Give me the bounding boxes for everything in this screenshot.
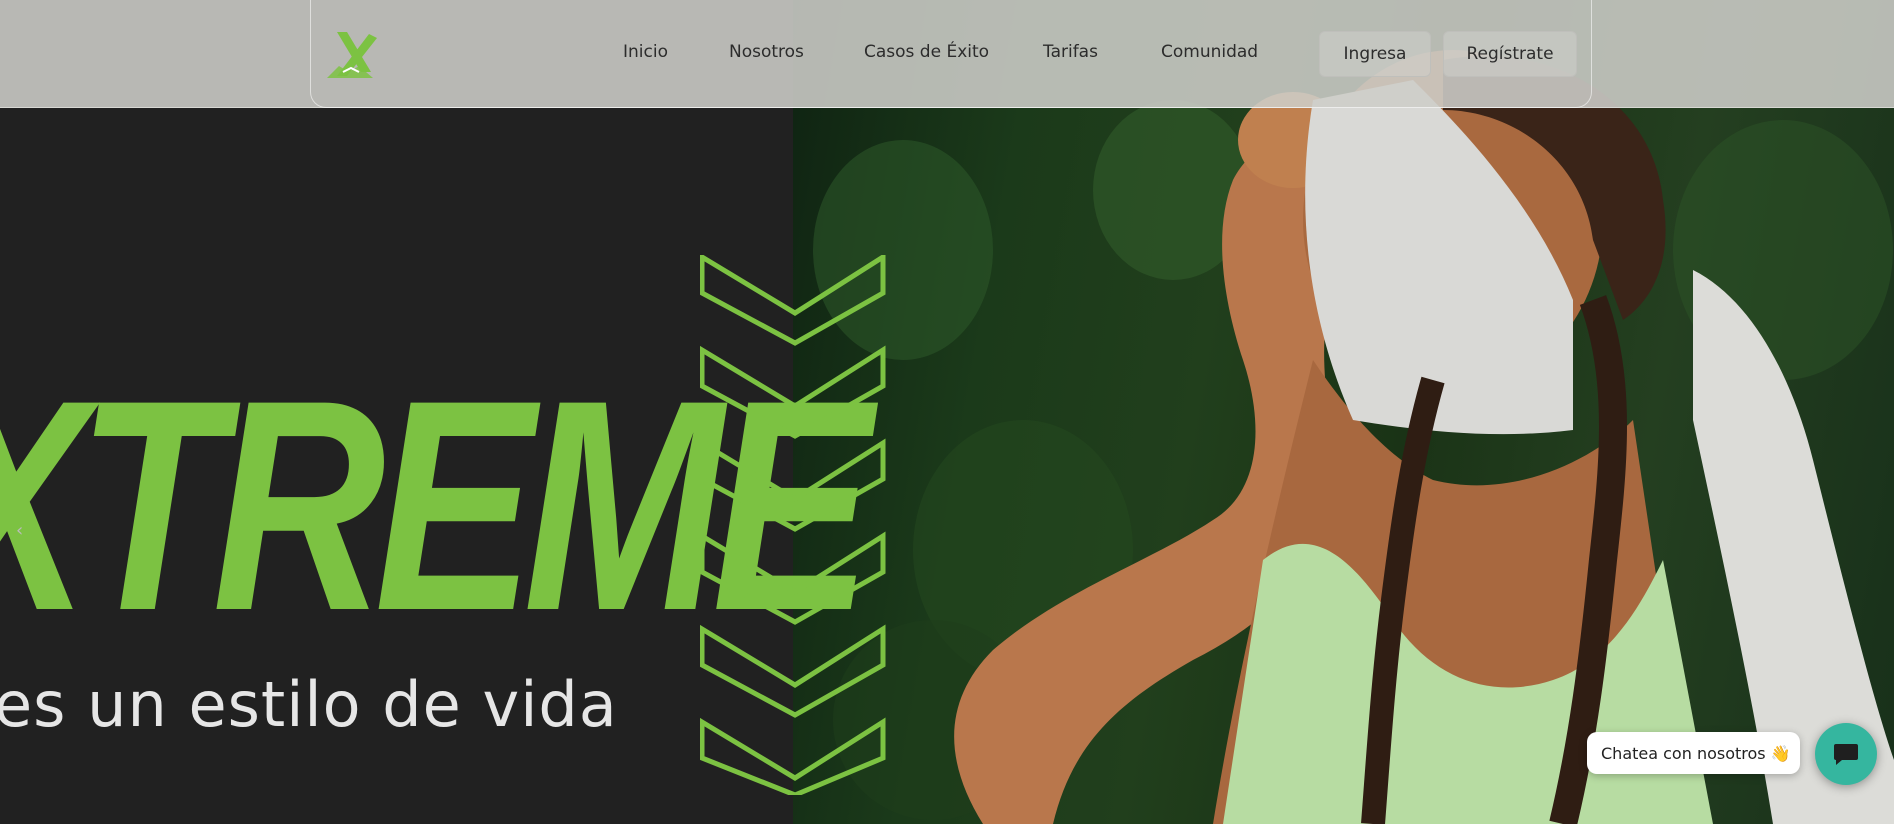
nav-link-tarifas[interactable]: Tarifas	[1043, 42, 1098, 62]
chevron-5	[700, 624, 886, 718]
login-button[interactable]: Ingresa	[1319, 31, 1431, 77]
x-logo-icon[interactable]	[325, 30, 379, 80]
chevron-1	[700, 255, 886, 346]
register-button[interactable]: Regístrate	[1443, 31, 1577, 77]
hero-tagline: es un estilo de vida	[0, 668, 618, 741]
chevron-4	[700, 531, 886, 625]
chat-button[interactable]	[1815, 723, 1877, 785]
chevron-6	[700, 717, 886, 795]
hero-section: XTREME es un estilo de vida ‹	[0, 0, 1894, 824]
chevron-3	[700, 438, 886, 532]
site-header: Inicio Nosotros Casos de Éxito Tarifas C…	[0, 0, 1894, 108]
chevron-down-icon	[700, 255, 886, 795]
nav-link-nosotros[interactable]: Nosotros	[729, 42, 804, 62]
hero-photo	[793, 0, 1894, 824]
chevron-2	[700, 345, 886, 439]
chat-icon	[1834, 744, 1858, 765]
nav-link-casos-de-exito[interactable]: Casos de Éxito	[864, 42, 989, 62]
nav-link-comunidad[interactable]: Comunidad	[1161, 42, 1258, 62]
slider-prev-arrow[interactable]: ‹	[16, 520, 23, 541]
chat-bubble[interactable]: Chatea con nosotros 👋	[1587, 732, 1800, 774]
athlete-woman-image	[954, 50, 1894, 824]
nav-link-inicio[interactable]: Inicio	[623, 42, 668, 62]
